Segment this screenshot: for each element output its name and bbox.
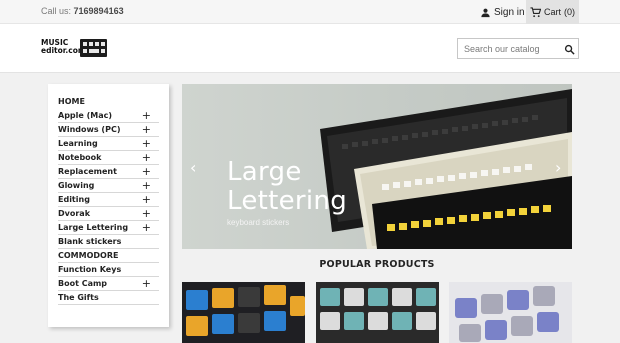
category-list: HOME Apple (Mac) + Windows (PC) + Learning + No… [58,94,159,305]
chevron-right-icon[interactable]: › [555,160,561,176]
sidebar-item-function-keys[interactable]: Function Keys [58,263,159,277]
sidebar-item-editing[interactable]: Editing + [58,193,159,207]
sidebar-item-label: Replacement [58,167,117,176]
popular-products-heading: POPULAR PRODUCTS [319,259,435,270]
sidebar-item-dvorak[interactable]: Dvorak + [58,207,159,221]
sidebar-item-large-lettering[interactable]: Large Lettering + [58,221,159,235]
slide-title: Large Lettering [227,157,348,216]
sidebar-item-label: COMMODORE [58,251,119,260]
call-us-label: Call us: [41,6,72,16]
sidebar-item-label: HOME [58,97,85,106]
plus-icon[interactable]: + [142,151,151,164]
product-card[interactable] [182,282,305,343]
sidebar-item-windows-pc[interactable]: Windows (PC) + [58,123,159,137]
search-icon[interactable] [564,44,575,55]
hero-slider[interactable]: ‹ › Large Lettering keyboard stickers [182,84,572,249]
sidebar-item-label: Apple (Mac) [58,111,113,120]
sidebar-item-boot-camp[interactable]: Boot Camp + [58,277,159,291]
plus-icon[interactable]: + [142,109,151,122]
product-card[interactable] [449,282,572,343]
cart-button[interactable]: Cart (0) [526,0,579,24]
product-image [316,282,439,343]
top-bar: Call us: 7169894163 Sign in Cart (0) [0,0,620,24]
plus-icon[interactable]: + [142,137,151,150]
sidebar-item-label: Glowing [58,181,95,190]
cart-count: (0) [564,7,575,17]
logo-keyboard-icon [80,39,107,57]
plus-icon[interactable]: + [142,207,151,220]
product-image [449,282,572,343]
product-card[interactable] [316,282,439,343]
sidebar-item-label: Learning [58,139,98,148]
product-image [182,282,305,343]
user-icon [481,8,490,17]
sidebar-item-notebook[interactable]: Notebook + [58,151,159,165]
sidebar-item-label: The Gifts [58,293,99,302]
site-logo[interactable]: MUSIC editor.com [41,39,107,58]
sidebar-item-label: Editing [58,195,90,204]
sidebar-item-label: Dvorak [58,209,91,218]
plus-icon[interactable]: + [142,165,151,178]
plus-icon[interactable]: + [142,221,151,234]
search-box [457,38,579,59]
sign-in-label: Sign in [494,6,525,18]
plus-icon[interactable]: + [142,123,151,136]
contact-info: Call us: 7169894163 [41,6,124,16]
chevron-left-icon[interactable]: ‹ [190,160,196,176]
sidebar-item-home[interactable]: HOME [58,94,159,109]
header: MUSIC editor.com [0,24,620,73]
sidebar-item-the-gifts[interactable]: The Gifts [58,291,159,305]
slide-subtitle: keyboard stickers [227,218,290,227]
sidebar-item-label: Blank stickers [58,237,122,246]
plus-icon[interactable]: + [142,193,151,206]
sign-in-link[interactable]: Sign in [480,4,525,20]
category-sidebar: HOME Apple (Mac) + Windows (PC) + Learning + No… [48,84,169,327]
sidebar-item-label: Function Keys [58,265,122,274]
sidebar-item-replacement[interactable]: Replacement + [58,165,159,179]
sidebar-item-learning[interactable]: Learning + [58,137,159,151]
cart-icon [530,6,541,17]
plus-icon[interactable]: + [142,179,151,192]
cart-label: Cart [543,7,561,17]
sidebar-item-glowing[interactable]: Glowing + [58,179,159,193]
sidebar-item-label: Notebook [58,153,102,162]
logo-line-2: editor.com [41,46,86,55]
logo-text: MUSIC editor.com [41,39,86,55]
sidebar-item-apple-mac[interactable]: Apple (Mac) + [58,109,159,123]
search-input[interactable] [458,39,558,58]
sidebar-item-blank-stickers[interactable]: Blank stickers [58,235,159,249]
phone-number[interactable]: 7169894163 [74,6,124,16]
sidebar-item-label: Boot Camp [58,279,108,288]
sidebar-item-label: Large Lettering [58,223,129,232]
sidebar-item-label: Windows (PC) [58,125,121,134]
sidebar-item-commodore[interactable]: COMMODORE [58,249,159,263]
plus-icon[interactable]: + [142,277,151,290]
